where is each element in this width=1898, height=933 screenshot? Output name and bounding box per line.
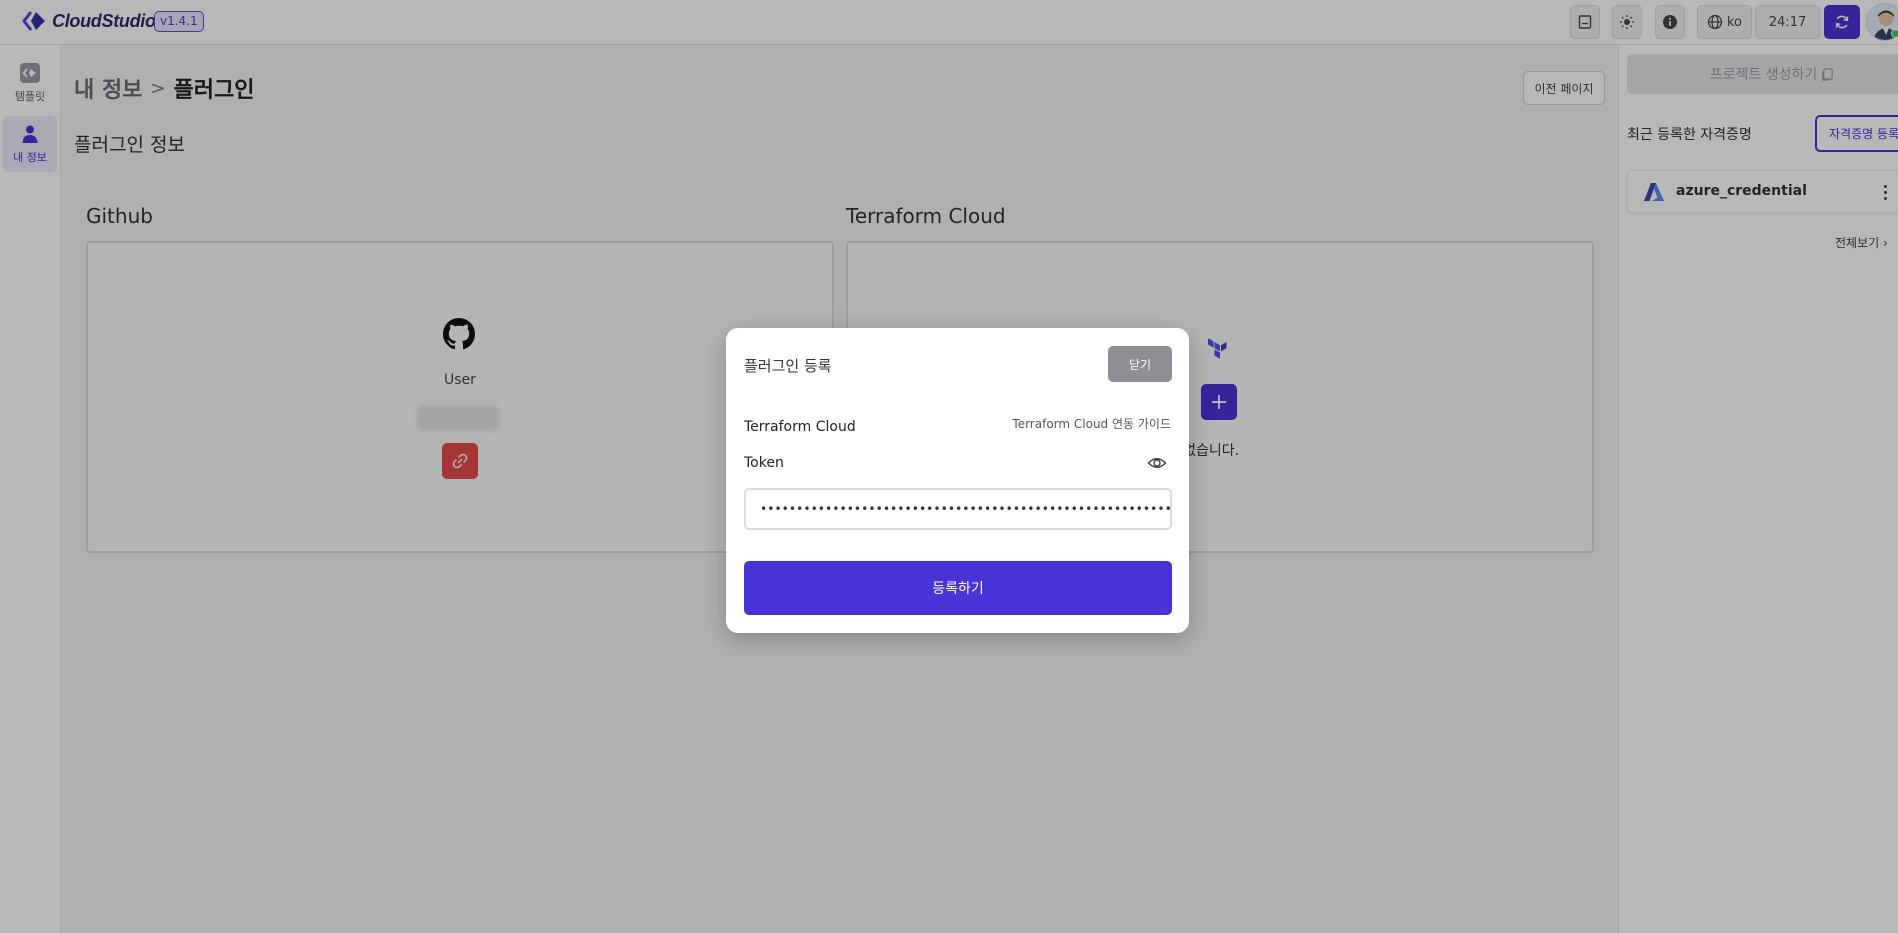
eye-icon[interactable]	[1147, 453, 1167, 473]
plugin-register-modal: 플러그인 등록 닫기 Terraform Cloud Terraform Clo…	[726, 328, 1189, 633]
token-label: Token	[744, 455, 784, 471]
register-submit-button[interactable]: 등록하기	[744, 561, 1172, 615]
modal-title: 플러그인 등록	[744, 357, 832, 375]
integration-guide-link[interactable]: Terraform Cloud 연동 가이드	[1012, 415, 1171, 432]
plugin-name-label: Terraform Cloud	[744, 419, 856, 435]
close-button[interactable]: 닫기	[1108, 346, 1172, 382]
token-input[interactable]: ••••••••••••••••••••••••••••••••••••••••…	[744, 488, 1172, 530]
